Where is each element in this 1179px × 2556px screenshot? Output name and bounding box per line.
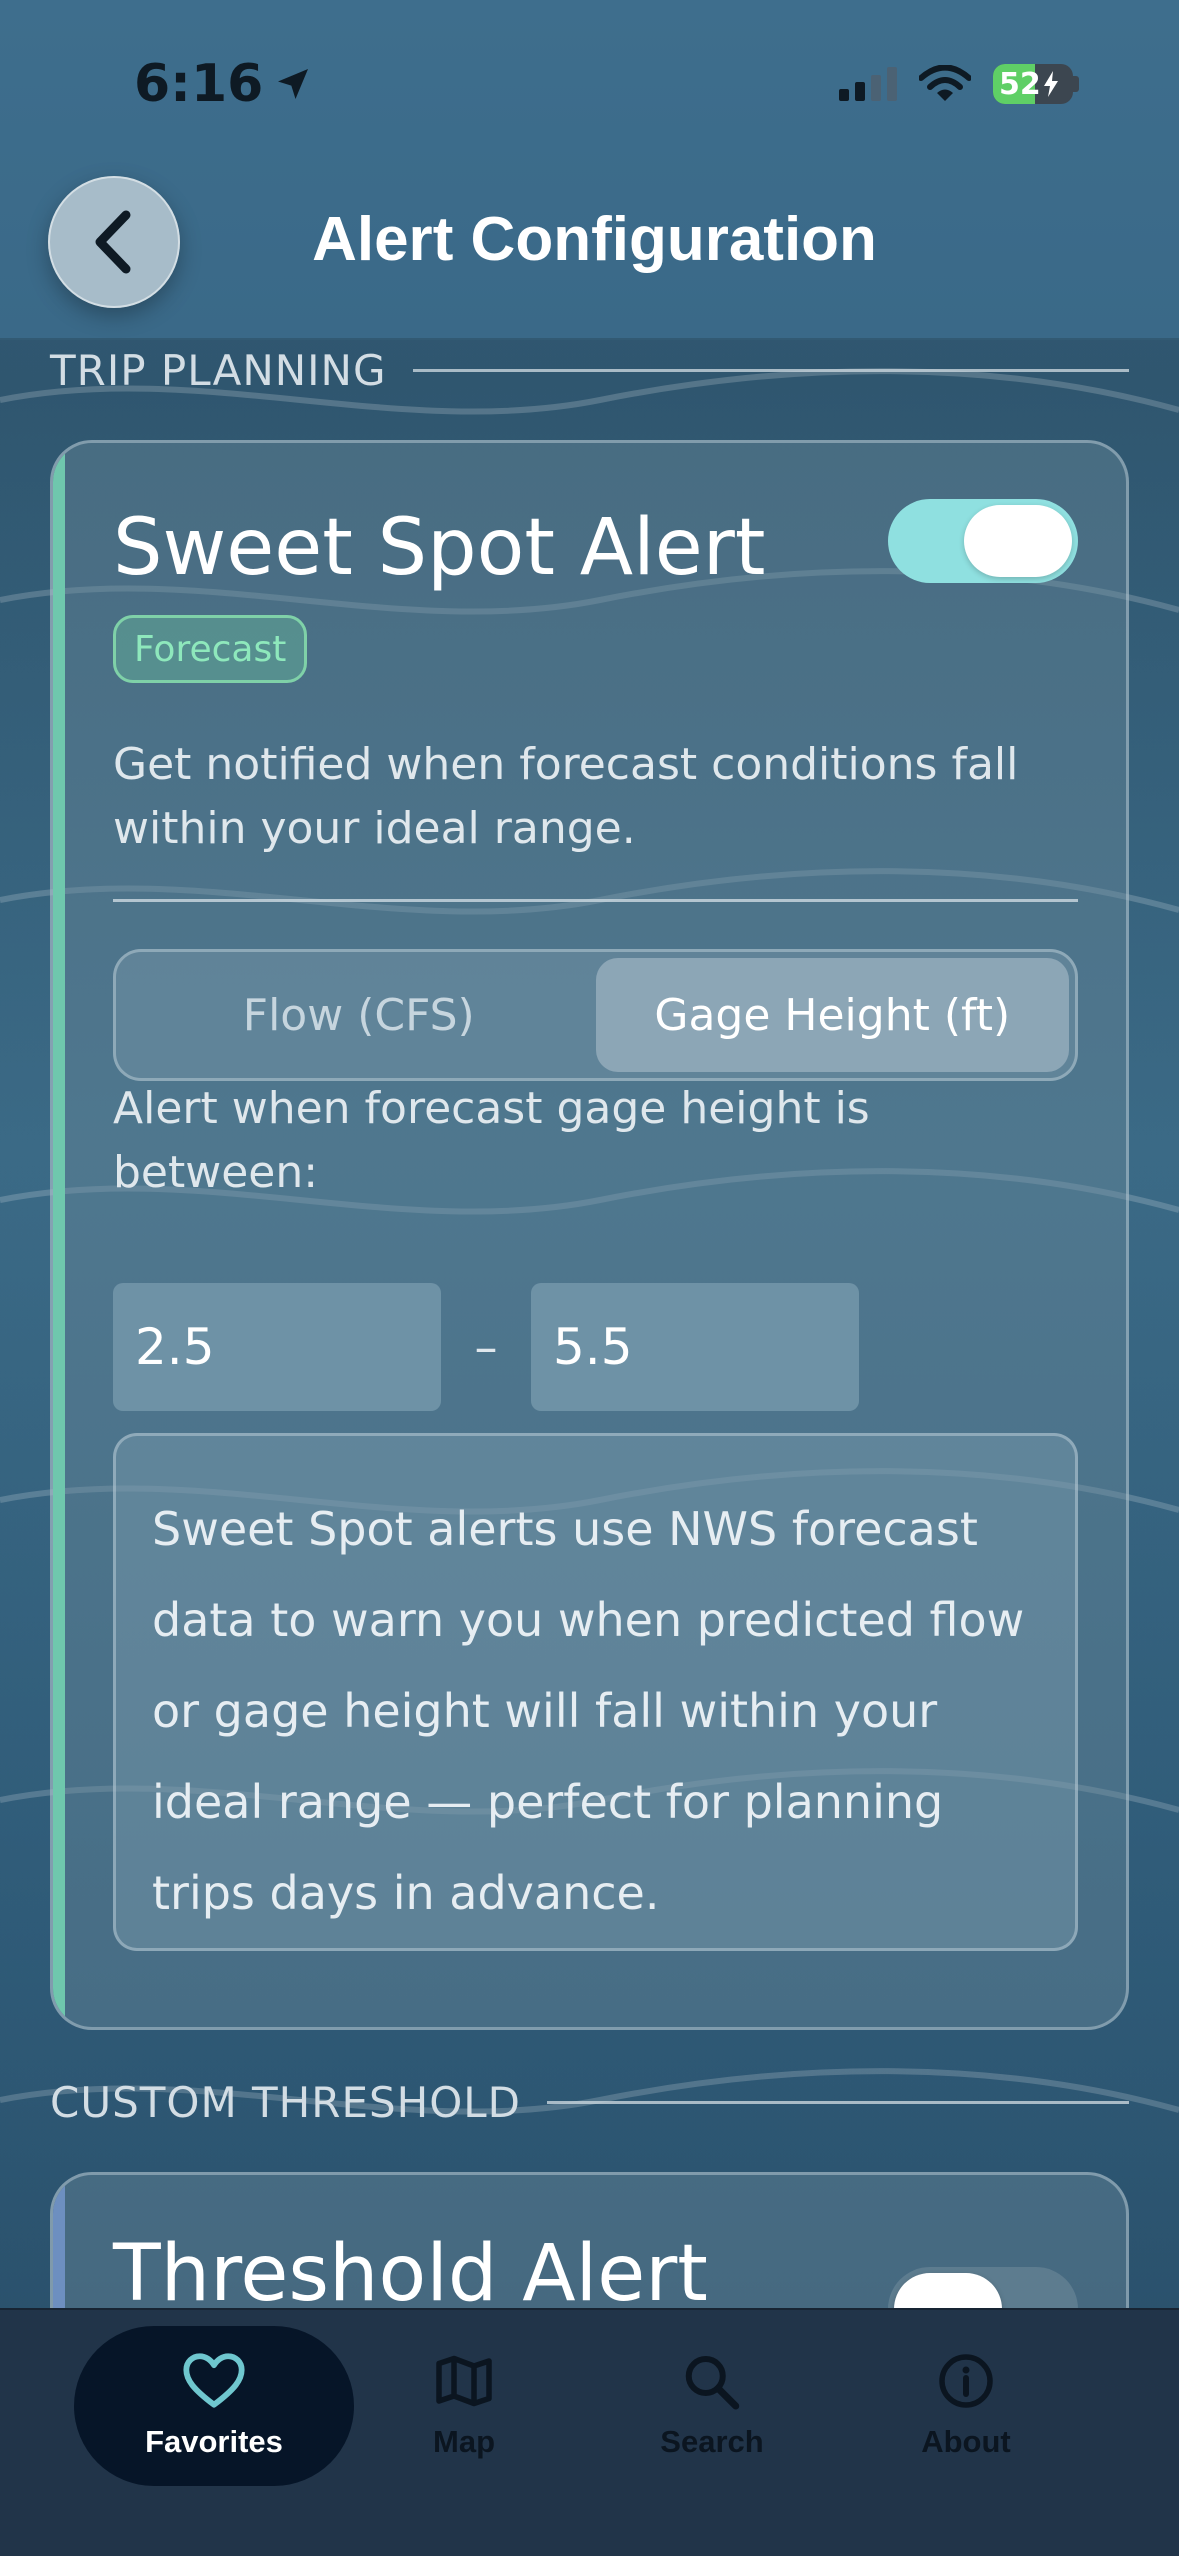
section-divider — [412, 369, 1129, 372]
range-separator: – — [474, 1320, 498, 1374]
tab-about[interactable]: About — [866, 2326, 1066, 2486]
unit-segmented-control: Flow (CFS) Gage Height (ft) — [113, 949, 1078, 1081]
tab-search[interactable]: Search — [612, 2326, 812, 2486]
card-title: Sweet Spot Alert — [113, 503, 766, 593]
cellular-signal-icon — [839, 67, 897, 101]
tab-label: Search — [660, 2424, 764, 2459]
nav-header: 6:16 52 Alert Configuration — [0, 0, 1179, 340]
forecast-badge: Forecast — [113, 615, 308, 683]
battery-indicator: 52 — [993, 64, 1079, 104]
status-bar-indicators: 52 — [839, 64, 1079, 104]
range-label: Alert when forecast gage height is betwe… — [113, 1083, 870, 1198]
section-header-trip-planning: TRIP PLANNING — [50, 346, 1129, 395]
location-arrow-icon — [278, 69, 309, 99]
tab-label: About — [921, 2424, 1011, 2459]
info-icon — [939, 2354, 993, 2408]
tab-bar: Favorites Map Search About — [0, 2308, 1179, 2556]
section-header-custom-threshold: CUSTOM THRESHOLD — [50, 2078, 1129, 2127]
section-divider — [547, 2101, 1129, 2104]
map-icon — [436, 2355, 492, 2407]
tab-map[interactable]: Map — [364, 2326, 564, 2486]
tab-favorites[interactable]: Favorites — [74, 2326, 354, 2486]
range-max-input[interactable]: 5.5 — [531, 1283, 859, 1411]
search-icon — [685, 2355, 740, 2410]
sweet-spot-toggle[interactable] — [888, 499, 1078, 583]
status-bar-time: 6:16 — [134, 54, 313, 114]
page-title: Alert Configuration — [312, 205, 877, 274]
heart-icon — [183, 2353, 245, 2408]
wifi-icon — [919, 65, 971, 101]
range-inputs: 2.5 – 5.5 — [113, 1283, 859, 1411]
charging-bolt-icon — [1043, 71, 1058, 97]
card-title: Threshold Alert — [113, 2229, 708, 2319]
segment-gage-height[interactable]: Gage Height (ft) — [595, 958, 1069, 1072]
toggle-knob — [964, 505, 1072, 577]
tab-label: Map — [433, 2424, 495, 2459]
sweet-spot-alert-card: Sweet Spot Alert Forecast Get notified w… — [50, 440, 1129, 2030]
battery-percentage: 52 — [999, 66, 1041, 102]
info-text: Sweet Spot alerts use NWS forecast data … — [152, 1502, 1025, 1920]
section-label: CUSTOM THRESHOLD — [50, 2078, 522, 2127]
card-divider — [113, 899, 1078, 902]
tab-label: Favorites — [145, 2424, 283, 2459]
section-label: TRIP PLANNING — [50, 346, 387, 395]
range-min-input[interactable]: 2.5 — [113, 1283, 441, 1411]
card-description: Get notified when forecast conditions fa… — [113, 739, 1019, 854]
segment-flow-cfs[interactable]: Flow (CFS) — [122, 958, 596, 1072]
card-accent-bar — [53, 443, 65, 2027]
status-time-text: 6:16 — [134, 54, 264, 114]
info-box: Sweet Spot alerts use NWS forecast data … — [113, 1433, 1078, 1951]
